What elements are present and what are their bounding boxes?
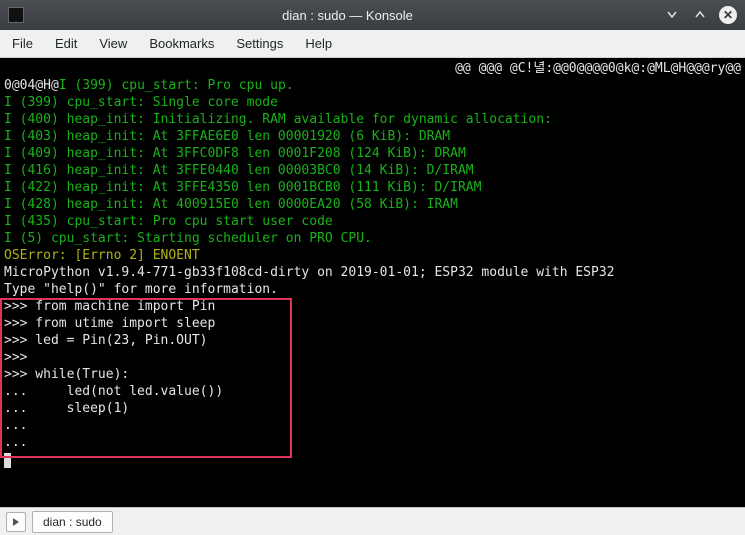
app-icon xyxy=(8,7,24,23)
play-icon xyxy=(11,517,21,527)
log-line: I (416) heap_init: At 3FFE0440 len 00003… xyxy=(4,163,474,178)
repl-line: ... xyxy=(4,435,35,450)
log-line: I (428) heap_init: At 400915E0 len 0000E… xyxy=(4,197,458,212)
menu-bookmarks[interactable]: Bookmarks xyxy=(149,36,214,51)
error-line: OSError: [Errno 2] ENOENT xyxy=(4,248,200,263)
garbage-text-right: @@ @@@ @C!녈:@@0@@@@0@k@:@ML@H@@@ry@@ xyxy=(455,60,741,77)
log-line: I (422) heap_init: At 3FFE4350 len 0001B… xyxy=(4,180,481,195)
terminal-output[interactable]: @@ @@@ @C!녈:@@0@@@@0@k@:@ML@H@@@ry@@ 0@04… xyxy=(0,58,745,507)
repl-line: >>> from utime import sleep xyxy=(4,316,215,331)
log-line: I (5) cpu_start: Starting scheduler on P… xyxy=(4,231,372,246)
menubar: File Edit View Bookmarks Settings Help xyxy=(0,30,745,58)
repl-line: ... led(not led.value()) xyxy=(4,384,223,399)
tab-label: dian : sudo xyxy=(43,515,102,529)
log-line: I (400) heap_init: Initializing. RAM ava… xyxy=(4,112,552,127)
menu-file[interactable]: File xyxy=(12,36,33,51)
log-line: I (399) cpu_start: Pro cpu up. xyxy=(59,78,294,93)
tabbar: dian : sudo xyxy=(0,507,745,535)
log-line: I (409) heap_init: At 3FFC0DF8 len 0001F… xyxy=(4,146,466,161)
repl-banner: MicroPython v1.9.4-771-gb33f108cd-dirty … xyxy=(4,265,614,280)
cursor xyxy=(4,453,11,468)
repl-line: >>> while(True): xyxy=(4,367,129,382)
repl-line: >>> xyxy=(4,350,35,365)
repl-line: ... xyxy=(4,418,35,433)
log-line: I (435) cpu_start: Pro cpu start user co… xyxy=(4,214,333,229)
menu-settings[interactable]: Settings xyxy=(236,36,283,51)
close-button[interactable]: ✕ xyxy=(719,6,737,24)
repl-line: ... sleep(1) xyxy=(4,401,129,416)
log-line: I (399) cpu_start: Single core mode xyxy=(4,95,278,110)
window-title: dian : sudo — Konsole xyxy=(32,8,663,23)
window-controls: ✕ xyxy=(663,6,737,24)
titlebar: dian : sudo — Konsole ✕ xyxy=(0,0,745,30)
log-line: I (403) heap_init: At 3FFAE6E0 len 00001… xyxy=(4,129,450,144)
repl-banner: Type "help()" for more information. xyxy=(4,282,278,297)
minimize-button[interactable] xyxy=(663,6,681,24)
maximize-button[interactable] xyxy=(691,6,709,24)
repl-line: >>> led = Pin(23, Pin.OUT) xyxy=(4,333,208,348)
garbage-text-left: 0@04@H@ xyxy=(4,78,59,93)
menu-help[interactable]: Help xyxy=(305,36,332,51)
menu-edit[interactable]: Edit xyxy=(55,36,77,51)
new-tab-button[interactable] xyxy=(6,512,26,532)
menu-view[interactable]: View xyxy=(99,36,127,51)
repl-line: >>> from machine import Pin xyxy=(4,299,215,314)
tab-active[interactable]: dian : sudo xyxy=(32,511,113,533)
